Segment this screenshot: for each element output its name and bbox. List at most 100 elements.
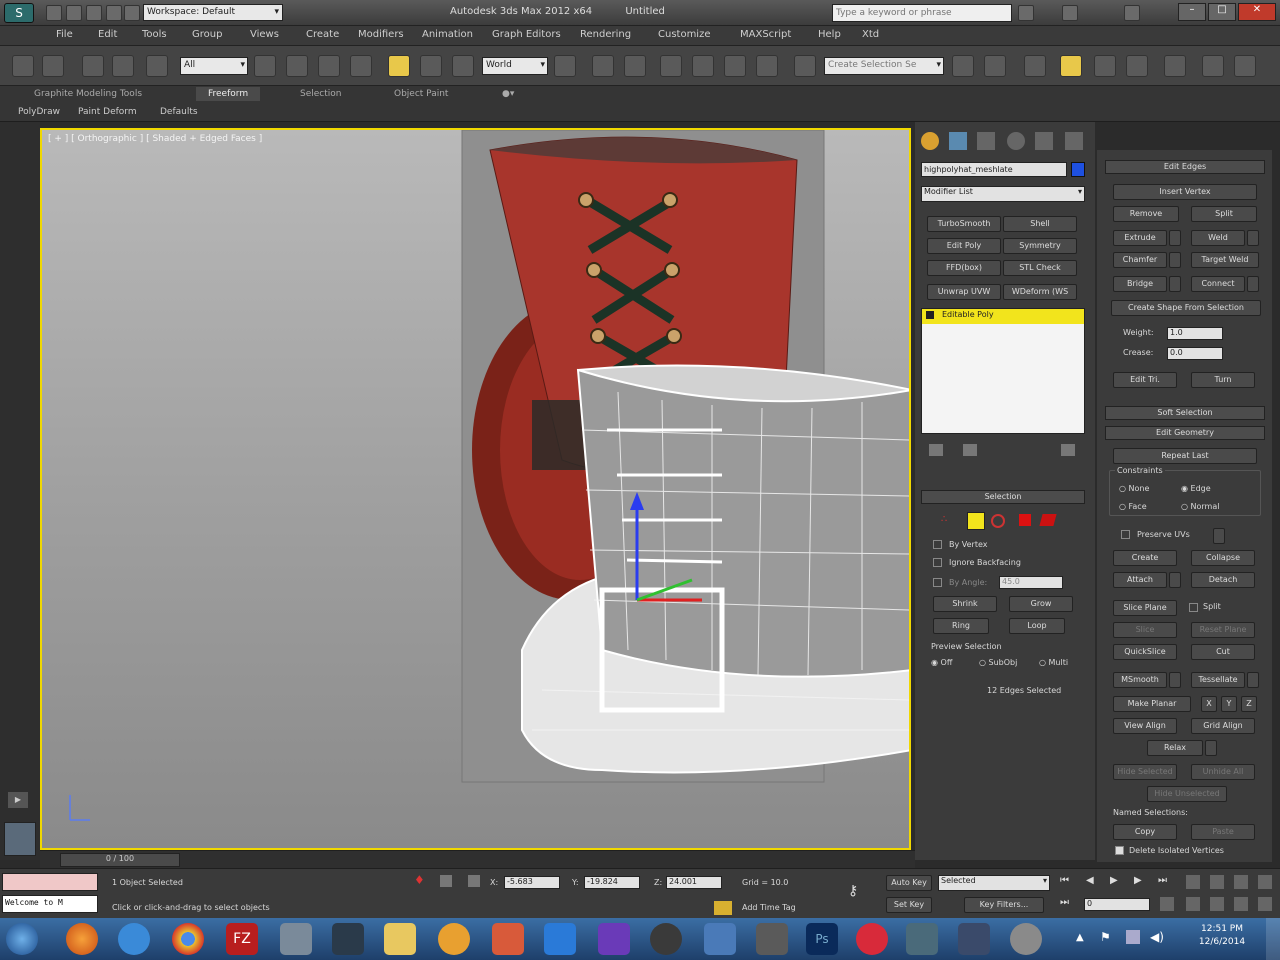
named-selection-dropdown[interactable]: Create Selection Se ▾	[824, 57, 944, 75]
split-checkbox[interactable]	[1189, 603, 1198, 612]
ribbon-paint-deform[interactable]: Paint Deform	[78, 107, 137, 117]
chamfer-button[interactable]: Chamfer	[1113, 252, 1167, 268]
object-color-swatch[interactable]	[1071, 162, 1085, 177]
ring-button[interactable]: Ring	[933, 618, 989, 634]
show-hidden-icons-icon[interactable]: ▲	[1076, 932, 1084, 943]
app-icon-3[interactable]	[492, 923, 524, 955]
constraint-normal-radio[interactable]: ○ Normal	[1181, 502, 1219, 511]
motion-tab-icon[interactable]	[1007, 132, 1025, 150]
undo-icon[interactable]	[106, 5, 122, 21]
redo-icon[interactable]	[124, 5, 140, 21]
rendered-frame-icon[interactable]	[1234, 55, 1256, 77]
window-crossing-icon[interactable]	[350, 55, 372, 77]
ribbon-options-icon[interactable]: ●▾	[502, 89, 514, 99]
select-and-move-icon[interactable]	[388, 55, 410, 77]
planar-y-button[interactable]: Y	[1221, 696, 1237, 712]
make-planar-button[interactable]: Make Planar	[1113, 696, 1191, 712]
constraint-face-radio[interactable]: ○ Face	[1119, 502, 1147, 511]
unlink-icon[interactable]	[112, 55, 134, 77]
planar-z-button[interactable]: Z	[1241, 696, 1257, 712]
hierarchy-tab-icon[interactable]	[977, 132, 995, 150]
percent-snap-icon[interactable]	[724, 55, 746, 77]
by-angle-checkbox[interactable]	[933, 578, 942, 587]
pin-stack-icon[interactable]	[929, 444, 943, 456]
rectangular-selection-icon[interactable]	[318, 55, 340, 77]
keyboard-shortcut-icon[interactable]	[624, 55, 646, 77]
create-shape-button[interactable]: Create Shape From Selection	[1111, 300, 1261, 316]
attach-settings-icon[interactable]	[1169, 572, 1181, 588]
menu-tools[interactable]: Tools	[142, 29, 167, 40]
workspace-dropdown[interactable]: Workspace: Default ▾	[143, 4, 283, 21]
close-button[interactable]: ✕	[1238, 3, 1276, 21]
filezilla-icon[interactable]: FZ	[226, 923, 258, 955]
element-level-icon[interactable]	[1039, 514, 1057, 526]
selection-filter-dropdown[interactable]: All ▾	[180, 57, 248, 75]
dropbox-icon[interactable]	[544, 923, 576, 955]
render-setup-icon[interactable]	[1202, 55, 1224, 77]
media-player-icon[interactable]	[438, 923, 470, 955]
x-coordinate-field[interactable]: -5.683	[504, 876, 560, 889]
insert-vertex-button[interactable]: Insert Vertex	[1113, 184, 1257, 200]
zoom-all-icon[interactable]	[1210, 875, 1224, 889]
material-editor-icon[interactable]	[1164, 55, 1186, 77]
turbosmooth-button[interactable]: TurboSmooth	[927, 216, 1001, 232]
maxscript-mini-listener-pink[interactable]	[2, 873, 98, 891]
layer-manager-icon[interactable]	[1024, 55, 1046, 77]
y-coordinate-field[interactable]: -19.824	[584, 876, 640, 889]
menu-graph-editors[interactable]: Graph Editors	[492, 29, 561, 40]
photoshop-icon[interactable]: Ps	[806, 923, 838, 955]
hide-unselected-button[interactable]: Hide Unselected	[1147, 786, 1227, 802]
tessellate-settings-icon[interactable]	[1247, 672, 1259, 688]
target-weld-button[interactable]: Target Weld	[1191, 252, 1259, 268]
chamfer-settings-icon[interactable]	[1169, 252, 1181, 268]
menu-maxscript[interactable]: MAXScript	[740, 29, 791, 40]
app-icon-6[interactable]	[856, 923, 888, 955]
modify-tab-icon[interactable]	[949, 132, 967, 150]
zoom-icon[interactable]	[1186, 875, 1200, 889]
crease-field[interactable]: 0.0	[1167, 347, 1223, 360]
zoom-extents-all-icon[interactable]	[1258, 875, 1272, 889]
menu-rendering[interactable]: Rendering	[580, 29, 631, 40]
stl-check-button[interactable]: STL Check	[1003, 260, 1077, 276]
current-frame-field[interactable]: 0	[1084, 898, 1150, 911]
fov-icon[interactable]	[1234, 897, 1248, 911]
select-by-name-icon[interactable]	[286, 55, 308, 77]
tab-object-paint[interactable]: Object Paint	[394, 89, 448, 99]
weld-button[interactable]: Weld	[1191, 230, 1245, 246]
ribbon-defaults[interactable]: Defaults	[160, 107, 198, 117]
zbrush-icon[interactable]	[756, 923, 788, 955]
tab-graphite-modeling-tools[interactable]: Graphite Modeling Tools	[34, 89, 142, 99]
repeat-last-button[interactable]: Repeat Last	[1113, 448, 1257, 464]
slice-plane-button[interactable]: Slice Plane	[1113, 600, 1177, 616]
pivot-center-icon[interactable]	[554, 55, 576, 77]
constraint-none-radio[interactable]: ○ None	[1119, 484, 1149, 493]
hide-selected-button[interactable]: Hide Selected	[1113, 764, 1177, 780]
auto-key-button[interactable]: Auto Key	[886, 875, 932, 891]
extrude-settings-icon[interactable]	[1169, 230, 1181, 246]
utilities-tab-icon[interactable]	[1065, 132, 1083, 150]
edit-poly-button[interactable]: Edit Poly	[927, 238, 1001, 254]
symmetry-button[interactable]: Symmetry	[1003, 238, 1077, 254]
show-desktop-button[interactable]	[1266, 918, 1280, 960]
maxscript-mini-listener[interactable]: Welcome to M	[2, 895, 98, 913]
menu-file[interactable]: File	[56, 29, 73, 40]
configure-sets-icon[interactable]	[1061, 444, 1075, 456]
preview-subobj-radio[interactable]: ○ SubObj	[979, 658, 1017, 667]
app-icon-8[interactable]	[1010, 923, 1042, 955]
select-and-scale-icon[interactable]	[452, 55, 474, 77]
network-icon[interactable]	[1126, 930, 1140, 944]
slice-button[interactable]: Slice	[1113, 622, 1177, 638]
internet-explorer-icon[interactable]	[118, 923, 150, 955]
time-slider[interactable]: 0 / 100	[40, 850, 915, 868]
cut-button[interactable]: Cut	[1191, 644, 1255, 660]
key-icon[interactable]: ⚷	[848, 883, 872, 901]
preview-off-radio[interactable]: ◉ Off	[931, 658, 952, 667]
tessellate-button[interactable]: Tessellate	[1191, 672, 1245, 688]
zoom-extents-icon[interactable]	[1234, 875, 1248, 889]
graphite-toggle-icon[interactable]	[1060, 55, 1082, 77]
attach-button[interactable]: Attach	[1113, 572, 1167, 588]
extrude-button[interactable]: Extrude	[1113, 230, 1167, 246]
star-icon[interactable]	[1062, 5, 1078, 21]
wdeform-button[interactable]: WDeform (WS	[1003, 284, 1077, 300]
copy-button[interactable]: Copy	[1113, 824, 1177, 840]
